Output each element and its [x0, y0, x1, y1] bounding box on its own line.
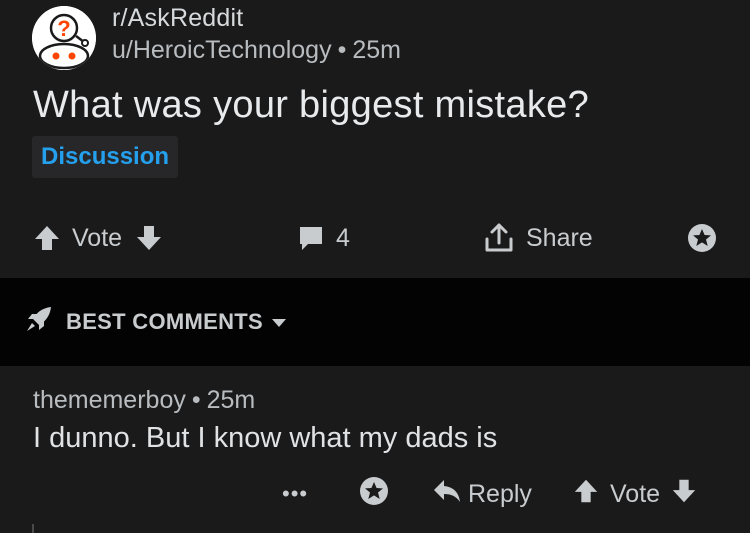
comment-count: 4	[336, 223, 350, 252]
comment-separator: •	[191, 386, 201, 414]
sort-label: BEST COMMENTS	[66, 309, 264, 334]
post-vote-group: Vote	[32, 212, 164, 264]
share-icon	[482, 221, 516, 255]
post-actions: Vote 4 Share	[0, 212, 750, 264]
comment-icon	[296, 223, 326, 253]
sort-bar: BEST COMMENTS	[0, 278, 750, 366]
comment-award-button[interactable]	[358, 472, 390, 516]
comment: thememerboy • 25m I dunno. But I know what…	[0, 366, 750, 533]
sort-dropdown[interactable]: BEST COMMENTS	[24, 278, 287, 366]
post-card: ? r/AskReddit u/HeroicTechnology • 25m Wha…	[0, 0, 750, 278]
reply-label: Reply	[468, 479, 532, 508]
reply-button[interactable]: Reply	[432, 472, 532, 516]
svg-text:?: ?	[57, 16, 70, 41]
award-button[interactable]	[686, 212, 718, 264]
comment-vote-group: Vote	[572, 472, 698, 516]
upvote-icon[interactable]	[32, 223, 62, 253]
more-options-button[interactable]: •••	[282, 472, 308, 516]
post-vote-label: Vote	[72, 223, 123, 252]
comment-author[interactable]: thememerboy	[33, 386, 186, 414]
downvote-icon[interactable]	[134, 223, 164, 253]
rocket-icon	[24, 304, 54, 340]
comment-vote-label: Vote	[610, 479, 661, 508]
comment-meta: thememerboy • 25m	[33, 386, 255, 415]
comment-actions: ••• Reply Vote	[0, 472, 750, 516]
award-icon	[686, 222, 718, 254]
more-icon: •••	[282, 481, 309, 506]
post-title[interactable]: What was your biggest mistake?	[33, 84, 589, 127]
subreddit-name[interactable]: r/AskReddit	[112, 4, 243, 33]
post-flair[interactable]: Discussion	[32, 136, 179, 178]
reply-icon	[432, 478, 462, 511]
comments-button[interactable]: 4	[296, 212, 350, 264]
comment-age: 25m	[206, 386, 256, 414]
thread-line	[32, 524, 34, 533]
post-byline: u/HeroicTechnology • 25m	[112, 36, 401, 65]
comment-body: I dunno. But I know what my dads is	[33, 422, 498, 454]
share-label: Share	[526, 223, 593, 252]
post-author[interactable]: u/HeroicTechnology	[112, 36, 332, 64]
award-icon	[358, 475, 390, 514]
byline-separator: •	[337, 36, 347, 64]
subreddit-avatar-icon[interactable]: ?	[32, 6, 96, 70]
post-age: 25m	[352, 36, 401, 64]
chevron-down-icon	[271, 309, 287, 335]
upvote-icon[interactable]	[572, 477, 600, 512]
downvote-icon[interactable]	[670, 477, 698, 512]
share-button[interactable]: Share	[482, 212, 593, 264]
